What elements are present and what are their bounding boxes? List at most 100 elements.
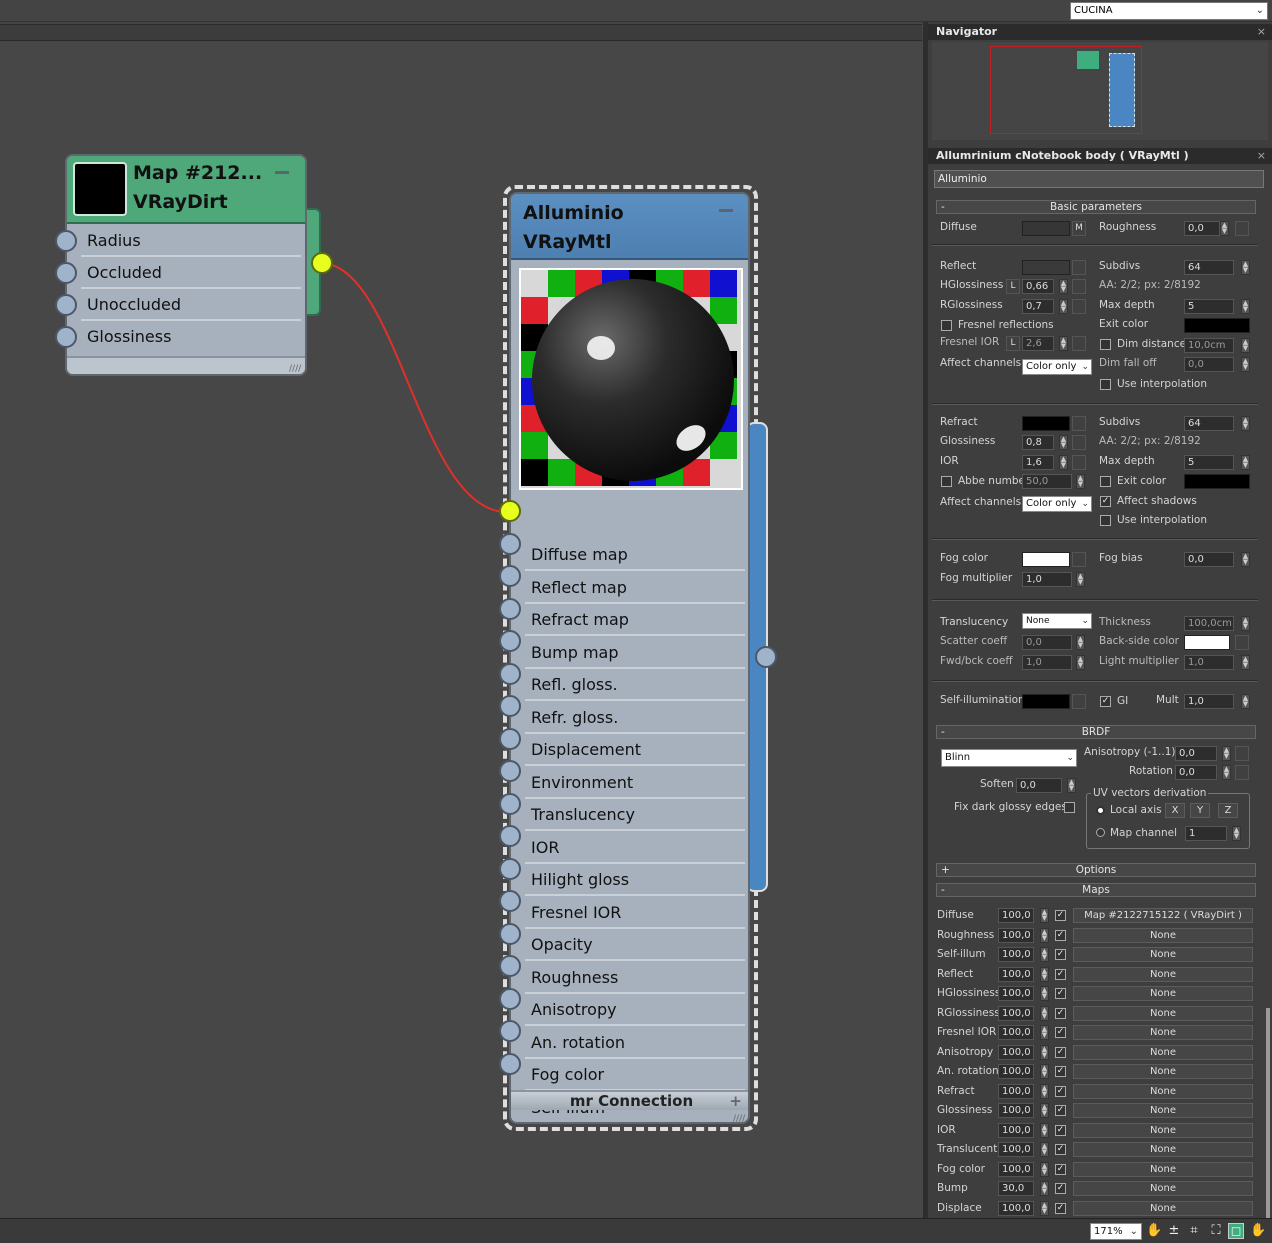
back-side-map-button[interactable] bbox=[1235, 635, 1249, 650]
vraymtl-output-socket[interactable] bbox=[755, 646, 777, 668]
map-channel-spinner[interactable]: 1 bbox=[1185, 826, 1227, 841]
map-amount-spinner[interactable]: 100,0 bbox=[998, 1064, 1034, 1079]
map-slot-button[interactable]: None bbox=[1073, 1200, 1253, 1216]
slot-glossiness[interactable]: Glossiness bbox=[81, 322, 301, 353]
map-amount-spinner[interactable]: 100,0 bbox=[998, 927, 1034, 943]
hglossiness-lock-button[interactable]: L bbox=[1006, 279, 1020, 294]
close-icon[interactable]: × bbox=[1257, 148, 1266, 164]
close-icon[interactable]: × bbox=[1257, 24, 1266, 40]
output-socket[interactable] bbox=[311, 252, 333, 274]
zoom-dropdown[interactable]: 171% ⌄ bbox=[1090, 1223, 1142, 1240]
node-view-canvas[interactable]: Map #212... VRayDirt Radius Occluded Uno… bbox=[0, 42, 923, 1218]
collapse-icon[interactable] bbox=[275, 171, 289, 174]
spinner-arrows-icon[interactable]: ▲ ▼ bbox=[1241, 260, 1250, 275]
input-socket-refract-map[interactable] bbox=[499, 565, 521, 587]
spinner-arrows-icon[interactable]: ▲ ▼ bbox=[1076, 635, 1085, 650]
slot-refl-gloss[interactable]: Refl. gloss. bbox=[525, 670, 745, 701]
map-amount-spinner[interactable]: 100,0 bbox=[998, 1122, 1034, 1138]
slot-fog-color[interactable]: Fog color bbox=[525, 1060, 745, 1091]
map-enable-checkbox[interactable]: ✓ bbox=[1055, 1027, 1066, 1038]
glossiness-spinner[interactable]: 0,8 bbox=[1022, 435, 1054, 450]
spinner-arrows-icon[interactable]: ▲ ▼ bbox=[1040, 986, 1049, 1001]
slot-displacement[interactable]: Displacement bbox=[525, 735, 745, 766]
input-socket-opacity[interactable] bbox=[499, 890, 521, 912]
refract-subdivs-spinner[interactable]: 64 bbox=[1184, 416, 1234, 431]
spinner-arrows-icon[interactable]: ▲ ▼ bbox=[1040, 1142, 1049, 1157]
spinner-arrows-icon[interactable]: ▲ ▼ bbox=[1241, 455, 1250, 470]
map-amount-spinner[interactable]: 100,0 bbox=[998, 908, 1034, 923]
input-socket-self-illum[interactable] bbox=[499, 1052, 521, 1075]
map-enable-checkbox[interactable]: ✓ bbox=[1055, 968, 1066, 980]
map-slot-button[interactable]: None bbox=[1073, 1044, 1253, 1060]
map-amount-spinner[interactable]: 30,0 bbox=[998, 1181, 1034, 1196]
pan-to-selected-icon[interactable]: ✋ bbox=[1250, 1223, 1266, 1239]
spinner-arrows-icon[interactable]: ▲ ▼ bbox=[1059, 279, 1068, 294]
slot-ior[interactable]: IOR bbox=[525, 833, 745, 864]
map-slot-button[interactable]: None bbox=[1073, 1103, 1253, 1118]
refract-use-interpolation-checkbox[interactable] bbox=[1100, 515, 1111, 526]
map-amount-spinner[interactable]: 100,0 bbox=[998, 1025, 1034, 1040]
max-depth-spinner[interactable]: 5 bbox=[1184, 299, 1234, 314]
local-axis-radio[interactable] bbox=[1096, 806, 1105, 815]
basic-parameters-rollout[interactable]: - Basic parameters bbox=[936, 200, 1256, 214]
resize-grip-icon[interactable]: //// bbox=[289, 364, 301, 374]
navigator-view[interactable] bbox=[932, 42, 1268, 140]
ior-spinner[interactable]: 1,6 bbox=[1022, 455, 1054, 470]
slot-refract-map[interactable]: Refract map bbox=[525, 605, 745, 636]
slot-opacity[interactable]: Opacity bbox=[525, 930, 745, 961]
spinner-arrows-icon[interactable]: ▲ ▼ bbox=[1040, 1200, 1049, 1216]
hglossiness-map-button[interactable] bbox=[1072, 279, 1086, 294]
spinner-arrows-icon[interactable]: ▲ ▼ bbox=[1076, 474, 1085, 489]
spinner-arrows-icon[interactable]: ▲ ▼ bbox=[1241, 552, 1250, 567]
slot-diffuse-map[interactable]: Diffuse map bbox=[525, 540, 745, 571]
navigator-titlebar[interactable]: Navigator × bbox=[928, 24, 1272, 40]
refract-map-button[interactable] bbox=[1072, 416, 1086, 431]
thickness-spinner[interactable]: 100,0cm bbox=[1184, 616, 1234, 631]
spinner-arrows-icon[interactable]: ▲ ▼ bbox=[1220, 221, 1229, 236]
options-rollout[interactable]: + Options bbox=[936, 863, 1256, 877]
input-socket-refr-gloss[interactable] bbox=[499, 662, 521, 685]
input-socket-displacement[interactable] bbox=[499, 695, 521, 717]
spinner-arrows-icon[interactable]: ▲ ▼ bbox=[1241, 338, 1250, 353]
map-amount-spinner[interactable]: 100,0 bbox=[998, 1142, 1034, 1157]
dim-fall-off-spinner[interactable]: 0,0 bbox=[1184, 357, 1234, 372]
spinner-arrows-icon[interactable]: ▲ ▼ bbox=[1059, 336, 1068, 351]
fix-dark-glossy-checkbox[interactable] bbox=[1064, 802, 1075, 813]
spinner-arrows-icon[interactable]: ▲ ▼ bbox=[1040, 947, 1049, 962]
affect-shadows-checkbox[interactable]: ✓ bbox=[1100, 496, 1111, 507]
spinner-arrows-icon[interactable]: ▲ ▼ bbox=[1222, 765, 1231, 780]
map-amount-spinner[interactable]: 100,0 bbox=[998, 947, 1034, 962]
diffuse-map-button[interactable]: M bbox=[1072, 221, 1086, 236]
map-enable-checkbox[interactable]: ✓ bbox=[1055, 1046, 1066, 1058]
map-channel-radio[interactable] bbox=[1096, 828, 1105, 837]
spinner-arrows-icon[interactable]: ▲ ▼ bbox=[1040, 1083, 1049, 1099]
map-enable-checkbox[interactable]: ✓ bbox=[1055, 1105, 1066, 1116]
view-tab-bar[interactable] bbox=[0, 24, 922, 41]
map-slot-button[interactable]: None bbox=[1073, 986, 1253, 1001]
input-socket-glossiness[interactable] bbox=[55, 326, 77, 348]
mult-spinner[interactable]: 1,0 bbox=[1184, 694, 1234, 709]
input-socket-reflect-map[interactable] bbox=[499, 532, 521, 555]
map-amount-spinner[interactable]: 100,0 bbox=[998, 1005, 1034, 1021]
rglossiness-spinner[interactable]: 0,7 bbox=[1022, 299, 1054, 314]
map-slot-button[interactable]: None bbox=[1073, 1005, 1253, 1021]
fresnel-ior-spinner[interactable]: 2,6 bbox=[1022, 336, 1054, 351]
spinner-arrows-icon[interactable]: ▲ ▼ bbox=[1222, 746, 1231, 761]
soften-spinner[interactable]: 0,0 bbox=[1016, 778, 1062, 793]
map-enable-checkbox[interactable]: ✓ bbox=[1055, 910, 1066, 921]
panel-scrollbar[interactable] bbox=[1266, 1008, 1270, 1218]
glossiness-map-button[interactable] bbox=[1072, 435, 1086, 450]
light-multiplier-spinner[interactable]: 1,0 bbox=[1184, 655, 1234, 670]
gi-checkbox[interactable]: ✓ bbox=[1100, 696, 1111, 707]
self-illumination-swatch[interactable] bbox=[1022, 694, 1070, 709]
vraydirt-node[interactable]: Map #212... VRayDirt Radius Occluded Uno… bbox=[65, 154, 321, 376]
brdf-rollout[interactable]: - BRDF bbox=[936, 725, 1256, 739]
navigator-viewport-rect[interactable] bbox=[990, 46, 1142, 134]
spinner-arrows-icon[interactable]: ▲ ▼ bbox=[1040, 1005, 1049, 1021]
fwd-bck-coeff-spinner[interactable]: 1,0 bbox=[1022, 655, 1072, 670]
slot-reflect-map[interactable]: Reflect map bbox=[525, 573, 745, 604]
input-socket-roughness[interactable] bbox=[499, 922, 521, 945]
roughness-spinner[interactable]: 0,0 bbox=[1184, 221, 1220, 236]
spinner-arrows-icon[interactable]: ▲ ▼ bbox=[1241, 655, 1250, 670]
rglossiness-map-button[interactable] bbox=[1072, 299, 1086, 314]
